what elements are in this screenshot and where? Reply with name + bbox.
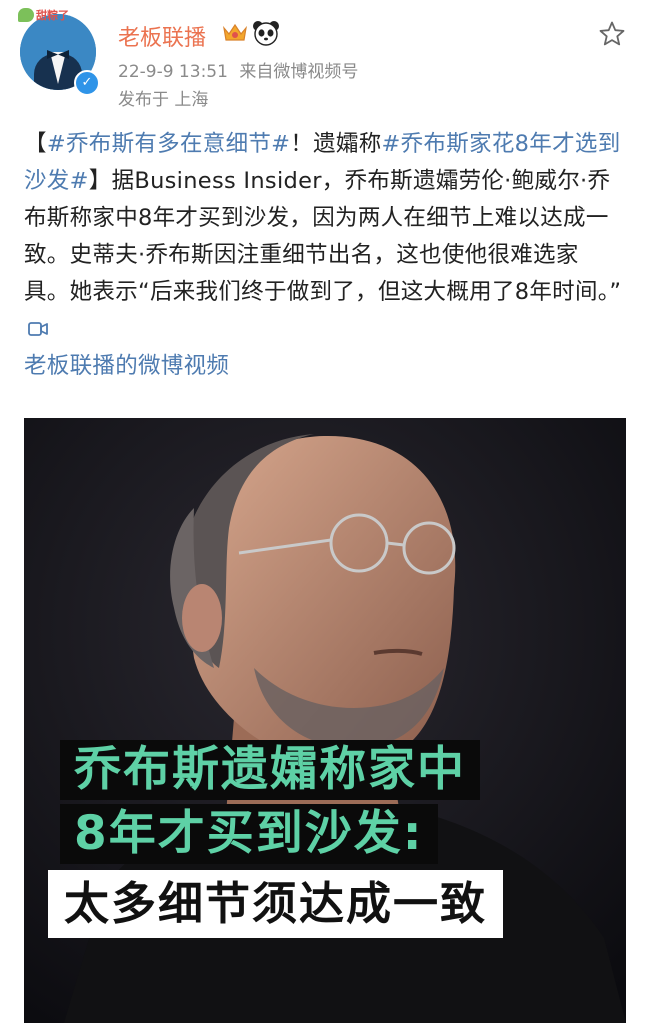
post-text: 【#乔布斯有多在意细节#！遗孀称#乔布斯家花8年才选到沙发#】据Business… — [24, 126, 624, 385]
post-meta: 22-9-9 13:51 来自微博视频号 — [118, 57, 358, 82]
post-text-segment: 】据Business Insider，乔布斯遗孀劳伦·鲍威尔·乔布斯称家中8年才… — [24, 168, 622, 305]
username[interactable]: 老板联播 — [118, 20, 206, 52]
video-caption-line3: 太多细节须达成一致 — [48, 870, 504, 938]
source-link[interactable]: 微博视频号 — [273, 62, 358, 82]
video-player[interactable]: 乔布斯遗孀称家中 8年才买到沙发: 太多细节须达成一致 — [24, 418, 626, 1023]
avatar-badge-text: 甜粽了 — [36, 9, 69, 22]
panda-icon — [253, 21, 279, 46]
timestamp: 22-9-9 13:51 — [118, 62, 228, 82]
leaf-icon — [18, 8, 34, 22]
location: 发布于 上海 — [118, 90, 209, 110]
star-icon[interactable] — [598, 20, 626, 48]
video-link-icon[interactable] — [28, 321, 48, 337]
bracket-open: 【 — [24, 131, 47, 157]
hashtag-link[interactable]: #乔布斯有多在意细节# — [47, 131, 291, 157]
verified-icon: ✓ — [74, 70, 100, 96]
video-link[interactable]: 老板联播的微博视频 — [24, 353, 229, 379]
video-caption-line2: 8年才买到沙发: — [60, 804, 438, 864]
avatar-badge: 甜粽了 — [16, 6, 75, 26]
crown-icon — [223, 23, 247, 41]
video-caption-line1: 乔布斯遗孀称家中 — [60, 740, 480, 800]
source-prefix: 来自 — [239, 62, 274, 82]
avatar[interactable]: 甜粽了 ✓ — [18, 8, 100, 96]
post-text-segment: ！遗孀称 — [290, 131, 382, 157]
